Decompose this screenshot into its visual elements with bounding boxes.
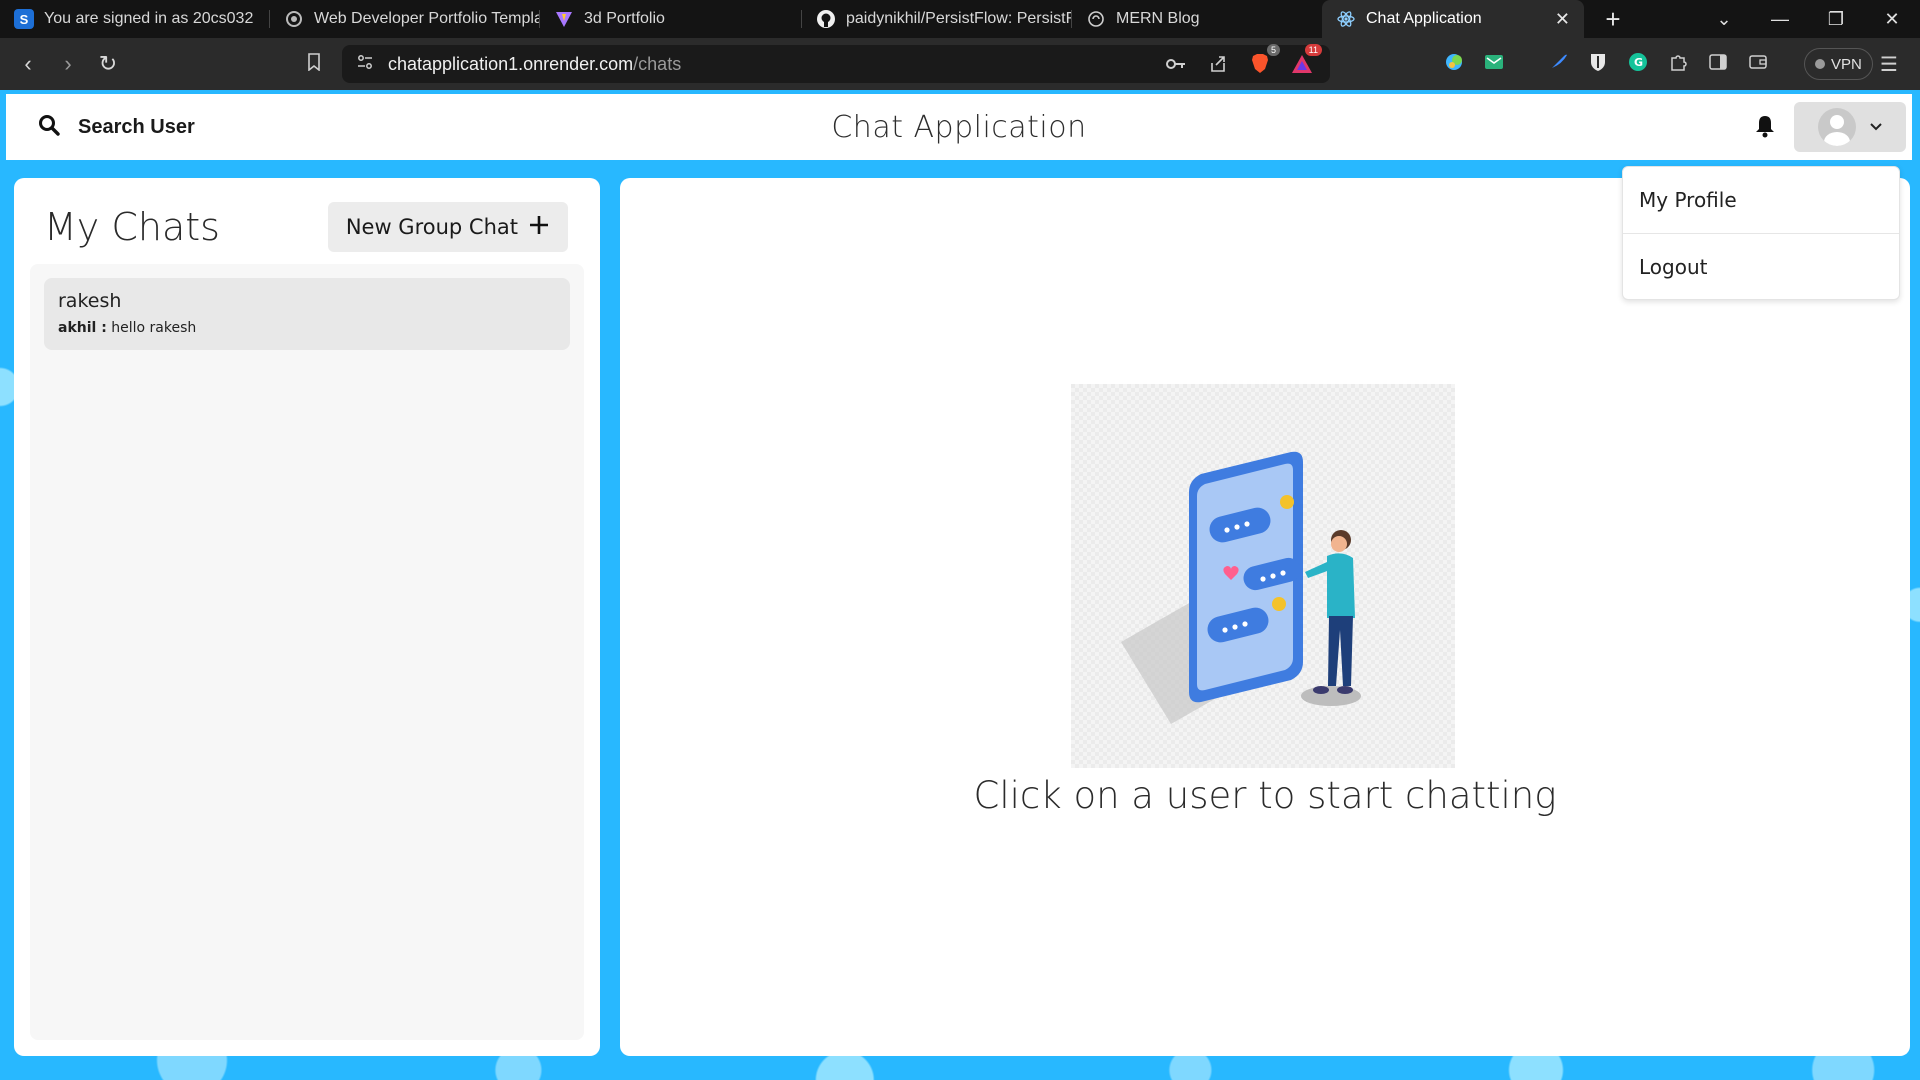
browser-tab[interactable]: paidynikhil/PersistFlow: PersistFlo: [802, 0, 1072, 38]
grammarly-icon[interactable]: G: [1626, 50, 1650, 74]
url-path: /chats: [633, 53, 682, 74]
vpn-dot-icon: [1815, 59, 1825, 69]
minimize-icon[interactable]: —: [1752, 9, 1808, 30]
chat-list-item[interactable]: rakesh akhil : hello rakesh: [44, 278, 570, 350]
forward-icon[interactable]: ›: [48, 51, 88, 77]
tab-title: Web Developer Portfolio Templat: [314, 10, 540, 27]
extension-shield-icon[interactable]: [1586, 50, 1610, 74]
chat-latest-text: hello rakesh: [111, 320, 197, 336]
browser-tab[interactable]: S You are signed in as 20cs032: [0, 0, 270, 38]
tab-title: Chat Application: [1366, 10, 1482, 27]
profile-menu-button[interactable]: [1794, 102, 1906, 152]
chat-latest-sender: akhil :: [58, 320, 107, 336]
browser-tab-bar: S You are signed in as 20cs032 Web Devel…: [0, 0, 1920, 38]
menu-item-my-profile[interactable]: My Profile: [1623, 167, 1899, 233]
browser-tab[interactable]: MERN Blog: [1072, 0, 1322, 38]
chat-latest-message: akhil : hello rakesh: [58, 320, 556, 336]
bookmark-icon[interactable]: [294, 51, 334, 77]
restore-icon[interactable]: ❐: [1808, 9, 1864, 30]
back-icon[interactable]: ‹: [8, 51, 48, 77]
search-icon: [38, 114, 60, 141]
browser-menu-icon[interactable]: ☰: [1880, 52, 1898, 77]
browser-toolbar: ‹ › ↻ chatapplication1.onrender.com/chat…: [0, 38, 1920, 90]
chevron-down-icon: [1870, 118, 1882, 136]
close-window-icon[interactable]: ✕: [1864, 9, 1920, 30]
globe-icon: [1086, 9, 1106, 29]
plus-icon: [528, 214, 550, 241]
vpn-label: VPN: [1831, 55, 1862, 73]
tab-title: You are signed in as 20cs032: [44, 10, 254, 27]
app-title: Chat Application: [831, 109, 1087, 145]
notification-bell-icon[interactable]: [1754, 114, 1776, 143]
brave-count-badge: 5: [1266, 44, 1280, 56]
menu-item-logout[interactable]: Logout: [1623, 234, 1899, 300]
reload-icon[interactable]: ↻: [88, 51, 128, 77]
extension-feather-icon[interactable]: [1546, 50, 1570, 74]
page-background: Search User Chat Application My Chats Ne…: [0, 90, 1920, 1080]
empty-chat-message: Click on a user to start chatting: [973, 774, 1557, 817]
openai-icon: [284, 9, 304, 29]
rewards-count-badge: 11: [1304, 44, 1322, 56]
my-chats-panel: My Chats New Group Chat rakesh akhil : h…: [14, 178, 600, 1056]
address-bar[interactable]: chatapplication1.onrender.com/chats 5 11: [342, 44, 1330, 83]
vite-icon: [554, 9, 574, 29]
search-user-button[interactable]: Search User: [6, 94, 195, 160]
extension-mail-icon[interactable]: [1482, 50, 1506, 74]
extension-color-icon[interactable]: [1442, 50, 1466, 74]
avatar: [1818, 108, 1856, 146]
brave-rewards-icon[interactable]: 11: [1290, 44, 1322, 76]
brave-shield-icon[interactable]: 5: [1248, 44, 1280, 76]
s-logo-icon: S: [14, 9, 34, 29]
new-tab-plus-icon[interactable]: +: [1598, 4, 1628, 35]
share-icon[interactable]: [1206, 52, 1230, 76]
app-header: Search User Chat Application: [6, 94, 1912, 160]
profile-dropdown-menu: My Profile Logout: [1622, 166, 1900, 300]
tab-list-chevron-icon[interactable]: ⌄: [1696, 9, 1752, 30]
new-group-chat-label: New Group Chat: [345, 215, 518, 239]
browser-tab[interactable]: 3d Portfolio: [540, 0, 802, 38]
extensions-puzzle-icon[interactable]: [1666, 50, 1690, 74]
key-icon[interactable]: [1164, 52, 1188, 76]
vpn-button[interactable]: VPN: [1804, 48, 1873, 80]
browser-tab-active[interactable]: Chat Application ✕: [1322, 0, 1584, 38]
tab-title: MERN Blog: [1116, 10, 1200, 27]
github-icon: [816, 9, 836, 29]
wallet-icon[interactable]: [1746, 50, 1770, 74]
url-host: chatapplication1.onrender.com: [388, 53, 634, 74]
chatting-illustration: [1071, 384, 1455, 768]
browser-tab[interactable]: Web Developer Portfolio Templat: [270, 0, 540, 38]
my-chats-title: My Chats: [44, 205, 220, 249]
new-group-chat-button[interactable]: New Group Chat: [327, 202, 568, 252]
site-settings-icon[interactable]: [356, 53, 374, 76]
close-tab-icon[interactable]: ✕: [1555, 9, 1570, 30]
chat-name: rakesh: [58, 290, 122, 312]
search-user-label: Search User: [78, 115, 195, 138]
chat-list: rakesh akhil : hello rakesh: [30, 264, 584, 1040]
chat-box-panel: Click on a user to start chatting: [620, 178, 1910, 1056]
tab-title: 3d Portfolio: [584, 10, 665, 27]
svg-text:G: G: [1634, 56, 1643, 69]
sidebar-toggle-icon[interactable]: [1706, 50, 1730, 74]
tab-title: paidynikhil/PersistFlow: PersistFlo: [846, 10, 1072, 27]
react-icon: [1336, 9, 1356, 29]
